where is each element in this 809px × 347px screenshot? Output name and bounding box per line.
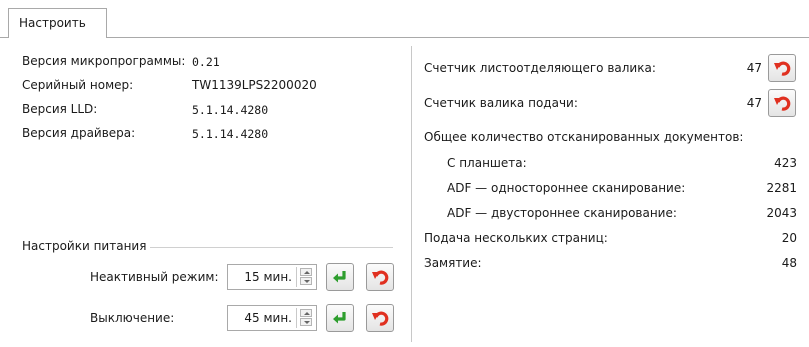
power-off-apply-button[interactable]: [326, 304, 354, 332]
flatbed-value: 423: [774, 156, 797, 170]
serial-value: TW1139LPS2200020: [192, 78, 317, 92]
power-settings-group-label: Настройки питания: [22, 239, 153, 253]
lld-version-value: 5.1.14.4280: [192, 103, 269, 117]
separation-roller-counter-label: Счетчик листоотделяющего валика:: [424, 61, 656, 75]
sleep-apply-button[interactable]: [326, 263, 354, 291]
tab-strip-line-right: [107, 37, 809, 38]
power-off-value: 45 мин.: [244, 311, 292, 325]
sleep-reset-button[interactable]: [366, 263, 394, 291]
tab-configure[interactable]: Настроить: [8, 8, 107, 38]
power-off-spinbox[interactable]: 45 мин.: [227, 305, 317, 331]
red-undo-arrow-icon: [372, 270, 389, 285]
spin-down-icon[interactable]: [300, 277, 312, 285]
feed-roller-reset-button[interactable]: [768, 89, 796, 117]
power-off-spin-arrows[interactable]: [296, 308, 314, 328]
total-scanned-label: Общее количество отсканированных докумен…: [424, 130, 744, 144]
spin-down-icon[interactable]: [300, 318, 312, 326]
lld-version-label: Версия LLD:: [22, 102, 98, 116]
firmware-label: Версия микропрограммы:: [22, 54, 186, 68]
driver-version-label: Версия драйвера:: [22, 126, 136, 140]
red-undo-arrow-icon: [774, 61, 791, 76]
column-divider: [411, 46, 412, 342]
serial-label: Серийный номер:: [22, 78, 134, 92]
tab-strip-line-left: [0, 37, 8, 38]
multifeed-value: 20: [781, 231, 797, 245]
multifeed-label: Подача нескольких страниц:: [424, 231, 608, 245]
firmware-value: 0.21: [192, 55, 220, 69]
adf-duplex-label: ADF — двустороннее сканирование:: [447, 206, 677, 220]
sleep-mode-value: 15 мин.: [244, 270, 292, 284]
spin-up-icon[interactable]: [300, 309, 312, 317]
red-undo-arrow-icon: [372, 311, 389, 326]
power-off-label: Выключение:: [90, 311, 175, 325]
red-undo-arrow-icon: [774, 96, 791, 111]
separation-roller-reset-button[interactable]: [768, 54, 796, 82]
jam-label: Замятие:: [424, 256, 482, 270]
adf-duplex-value: 2043: [766, 206, 797, 220]
feed-roller-counter-label: Счетчик валика подачи:: [424, 96, 578, 110]
driver-version-value: 5.1.14.4280: [192, 127, 269, 141]
jam-value: 48: [781, 256, 797, 270]
power-off-reset-button[interactable]: [366, 304, 394, 332]
green-enter-arrow-icon: [333, 271, 346, 283]
adf-simplex-value: 2281: [766, 181, 797, 195]
sleep-mode-spinbox[interactable]: 15 мин.: [227, 264, 317, 290]
power-settings-group-line: [150, 247, 393, 248]
flatbed-label: С планшета:: [447, 156, 527, 170]
spin-up-icon[interactable]: [300, 268, 312, 276]
separation-roller-counter-value: 47: [746, 61, 762, 75]
adf-simplex-label: ADF — одностороннее сканирование:: [447, 181, 686, 195]
feed-roller-counter-value: 47: [746, 96, 762, 110]
sleep-mode-label: Неактивный режим:: [90, 270, 219, 284]
green-enter-arrow-icon: [333, 312, 346, 324]
sleep-mode-spin-arrows[interactable]: [296, 267, 314, 287]
